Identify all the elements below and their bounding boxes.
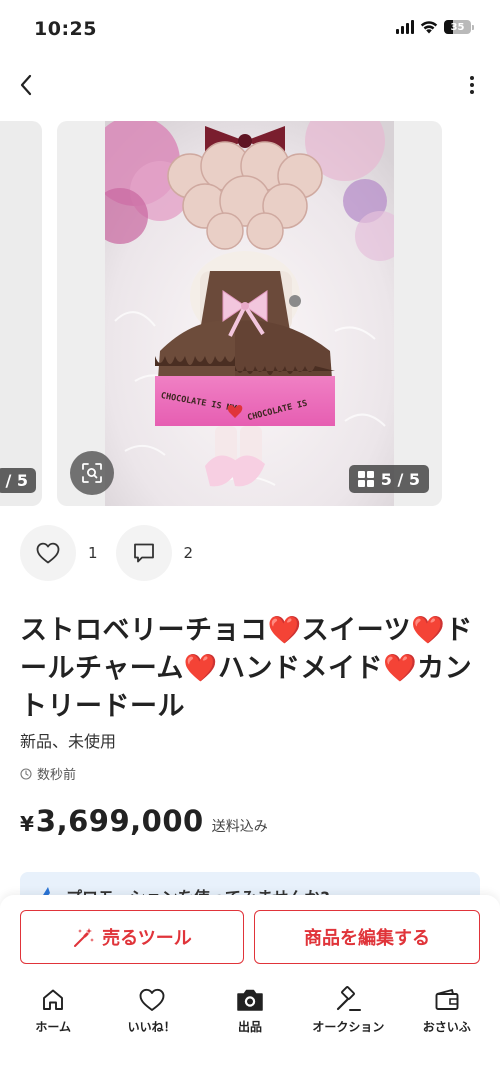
camera-icon	[237, 989, 263, 1011]
more-options-button[interactable]	[464, 70, 480, 100]
price-value: 3,699,000	[35, 804, 204, 838]
wallet-icon	[435, 989, 459, 1010]
tab-bar: ホーム いいね！ 出品 オークション おさいふ	[0, 980, 500, 1080]
status-time: 10:25	[34, 18, 97, 40]
edit-item-label: 商品を編集する	[304, 928, 430, 949]
sell-tool-button[interactable]: 売るツール	[20, 910, 244, 964]
clock-icon	[20, 767, 32, 780]
image-search-button[interactable]	[70, 451, 114, 495]
tab-wallet[interactable]: おさいふ	[398, 986, 496, 1080]
battery-level: 35	[450, 21, 465, 33]
heart-icon	[36, 542, 60, 564]
posted-time-label: 数秒前	[37, 768, 77, 783]
more-vertical-icon	[470, 76, 474, 80]
comment-button[interactable]	[115, 525, 172, 581]
cellular-signal-icon	[396, 20, 414, 34]
main-photo[interactable]: CHOCOLATE IS MY CHOCOLATE IS 5 / 5	[57, 121, 442, 506]
battery-icon: 35	[444, 20, 471, 34]
status-icons: 35	[396, 20, 474, 34]
action-bar: 売るツール 商品を編集する	[0, 895, 500, 980]
tab-likes[interactable]: いいね！	[103, 986, 201, 1080]
item-condition: 新品、未使用	[20, 732, 117, 751]
photo-gallery[interactable]: / 5 CHOCOLATE IS MY CHOCOLATE IS 5 / 5	[0, 121, 500, 506]
tab-home-label: ホーム	[35, 1020, 71, 1034]
tab-home[interactable]: ホーム	[4, 986, 102, 1080]
item-title: ストロベリーチョコ❤️スイーツ❤️ドールチャーム❤️ハンドメイド❤️カントリード…	[20, 615, 473, 722]
edit-item-button[interactable]: 商品を編集する	[254, 910, 480, 964]
gavel-icon	[337, 986, 362, 1011]
product-photo: CHOCOLATE IS MY CHOCOLATE IS	[105, 121, 394, 506]
tab-wallet-label: おさいふ	[422, 1020, 471, 1034]
price-row: ¥ 3,699,000 送料込み	[20, 804, 268, 838]
photo-counter[interactable]: 5 / 5	[348, 465, 429, 493]
home-icon	[43, 989, 64, 1010]
tab-sell-label: 出品	[237, 1020, 262, 1034]
tab-auction[interactable]: オークション	[299, 986, 397, 1080]
photo-counter-label: 5 / 5	[380, 469, 420, 489]
shipping-label: 送料込み	[211, 819, 268, 835]
comment-icon	[133, 543, 154, 563]
heart-icon	[139, 988, 165, 1011]
wifi-icon	[420, 21, 438, 34]
tab-sell[interactable]: 出品	[201, 986, 299, 1080]
image-search-icon	[82, 463, 102, 483]
reactions-row: 1 2	[20, 525, 211, 581]
sell-tool-label: 売るツール	[102, 928, 192, 949]
grid-icon	[357, 471, 374, 487]
chevron-left-icon	[20, 74, 32, 96]
magic-wand-icon	[74, 928, 95, 947]
like-count: 1	[88, 544, 98, 562]
status-bar: 10:25 35	[0, 0, 500, 60]
like-button[interactable]	[20, 525, 76, 581]
previous-photo-counter: / 5	[0, 468, 36, 493]
nav-bar	[0, 62, 500, 108]
back-button[interactable]	[12, 70, 40, 100]
tab-likes-label: いいね！	[127, 1020, 176, 1034]
posted-time: 数秒前	[20, 764, 76, 783]
previous-photo[interactable]: / 5	[0, 121, 42, 506]
tab-auction-label: オークション	[312, 1020, 385, 1034]
comment-count: 2	[183, 544, 194, 562]
price-currency: ¥	[20, 812, 34, 836]
